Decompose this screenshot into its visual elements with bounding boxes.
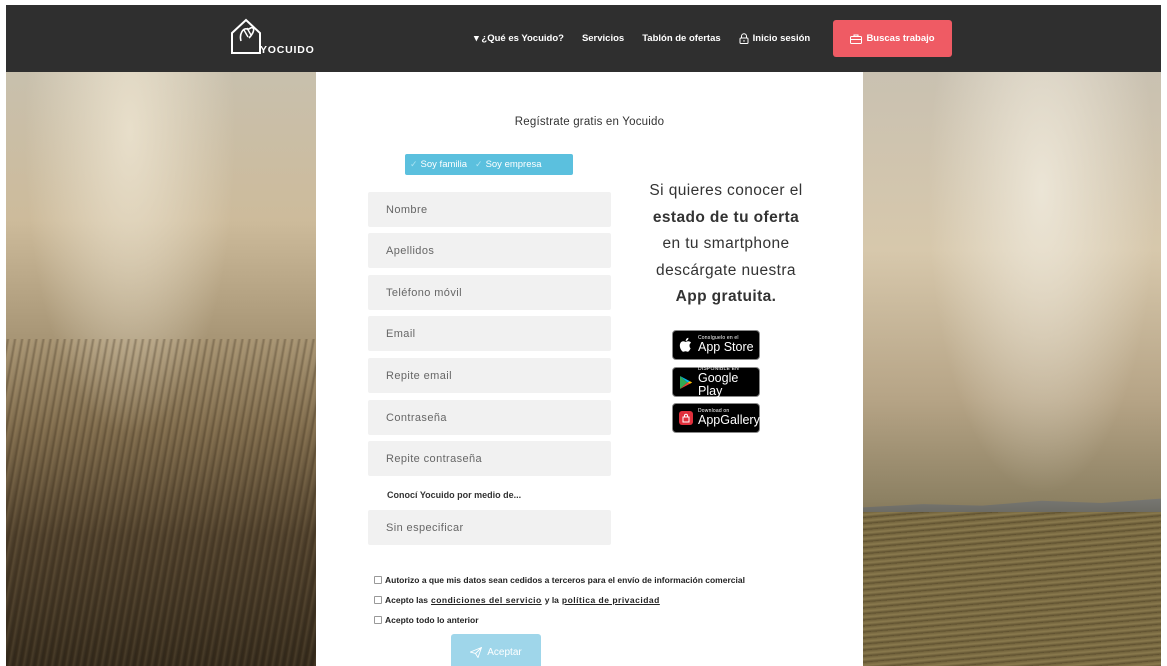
page-frame: YOCUIDO ▾ ¿Qué es Yocuido? Servicios Tab… xyxy=(6,5,1161,666)
appgallery-big-label: AppGallery xyxy=(698,413,760,428)
repite-email-input[interactable] xyxy=(368,358,611,393)
promo-line-4: descárgate nuestra xyxy=(656,261,796,279)
appgallery-badge[interactable]: Download on AppGallery xyxy=(672,403,760,433)
email-input[interactable] xyxy=(368,316,611,351)
consent-all-checkbox[interactable] xyxy=(374,616,382,624)
google-play-text: DISPONIBLE EN Google Play xyxy=(698,367,759,397)
toggle-soy-empresa[interactable]: ✓ Soy empresa xyxy=(475,159,542,170)
nav-link-tablon[interactable]: Tablón de ofertas xyxy=(642,33,720,44)
nav-link-que-es[interactable]: ▾ ¿Qué es Yocuido? xyxy=(474,33,564,44)
consent-commercial-checkbox[interactable] xyxy=(374,576,382,584)
background-field xyxy=(863,512,1161,666)
nav-links: ▾ ¿Qué es Yocuido? Servicios Tablón de o… xyxy=(474,5,810,72)
consent-terms-mid: y la xyxy=(544,595,559,605)
google-play-icon xyxy=(680,375,693,389)
nav-link-servicios[interactable]: Servicios xyxy=(582,33,624,44)
app-promo-text: Si quieres conocer el estado de tu ofert… xyxy=(626,178,826,311)
promo-line-2-bold: estado de tu oferta xyxy=(652,208,800,226)
consent-terms-checkbox[interactable] xyxy=(374,596,382,604)
paper-plane-icon xyxy=(470,646,483,658)
referral-select[interactable]: Sin especificar xyxy=(368,510,611,545)
promo-line-5-bold: App gratuita. xyxy=(675,288,777,305)
apple-icon xyxy=(679,337,691,352)
app-store-big-label: App Store xyxy=(698,340,754,355)
navbar: YOCUIDO ▾ ¿Qué es Yocuido? Servicios Tab… xyxy=(6,5,1161,72)
user-type-toggle: ✓ Soy familia ✓ Soy empresa xyxy=(405,154,573,175)
google-play-badge[interactable]: DISPONIBLE EN Google Play xyxy=(672,367,760,397)
nombre-input[interactable] xyxy=(368,192,611,227)
promo-line-2: estado de tu oferta xyxy=(626,205,826,232)
apellidos-input[interactable] xyxy=(368,233,611,268)
lock-icon xyxy=(739,33,749,44)
consent-checks: Autorizo a que mis datos sean cedidos a … xyxy=(374,570,745,630)
registration-panel: Regístrate gratis en Yocuido ✓ Soy famil… xyxy=(316,72,863,666)
referral-label: Conocí Yocuido por medio de... xyxy=(387,490,522,500)
consent-all-label: Acepto todo lo anterior xyxy=(385,615,479,625)
logo[interactable]: YOCUIDO xyxy=(230,17,320,59)
huawei-appgallery-icon xyxy=(679,411,693,425)
promo-line-1: Si quieres conocer el xyxy=(649,182,803,199)
consent-commercial-label: Autorizo a que mis datos sean cedidos a … xyxy=(385,575,745,585)
logo-text: YOCUIDO xyxy=(260,44,315,56)
toggle-soy-familia-label: Soy familia xyxy=(420,159,468,170)
app-store-text: Consíguelo en el App Store xyxy=(698,336,754,354)
consent-terms[interactable]: Acepto las condiciones del servicio y la… xyxy=(374,590,745,610)
consent-terms-pre: Acepto las xyxy=(385,595,428,605)
background-photo-right xyxy=(863,72,1161,666)
promo-line-5: App gratuita. xyxy=(626,284,826,311)
accept-label: Aceptar xyxy=(487,646,522,658)
privacy-policy-link[interactable]: política de privacidad xyxy=(562,595,660,605)
google-play-big-label: Google Play xyxy=(698,371,739,398)
briefcase-icon xyxy=(850,34,863,44)
background-photo-left xyxy=(6,72,316,666)
consent-all[interactable]: Acepto todo lo anterior xyxy=(374,610,745,630)
background-hills xyxy=(863,498,1161,514)
repite-contrasena-input[interactable] xyxy=(368,441,611,476)
terms-of-service-link[interactable]: condiciones del servicio xyxy=(431,595,542,605)
telefono-input[interactable] xyxy=(368,275,611,310)
contrasena-input[interactable] xyxy=(368,400,611,435)
toggle-soy-familia[interactable]: ✓ Soy familia xyxy=(410,159,467,170)
check-icon: ✓ xyxy=(410,159,418,169)
promo-line-3: en tu smartphone xyxy=(662,235,790,252)
check-icon: ✓ xyxy=(475,159,483,169)
buscas-trabajo-button[interactable]: Buscas trabajo xyxy=(833,20,952,57)
app-store-badge[interactable]: Consíguelo en el App Store xyxy=(672,330,760,360)
appgallery-text: Download on AppGallery xyxy=(698,409,760,427)
consent-commercial[interactable]: Autorizo a que mis datos sean cedidos a … xyxy=(374,570,745,590)
toggle-soy-empresa-label: Soy empresa xyxy=(485,159,542,170)
nav-link-login[interactable]: Inicio sesión xyxy=(739,33,811,44)
registration-title: Regístrate gratis en Yocuido xyxy=(514,116,665,128)
nav-link-login-label: Inicio sesión xyxy=(752,33,811,44)
buscas-trabajo-label: Buscas trabajo xyxy=(866,33,935,44)
accept-button[interactable]: Aceptar xyxy=(451,634,541,666)
